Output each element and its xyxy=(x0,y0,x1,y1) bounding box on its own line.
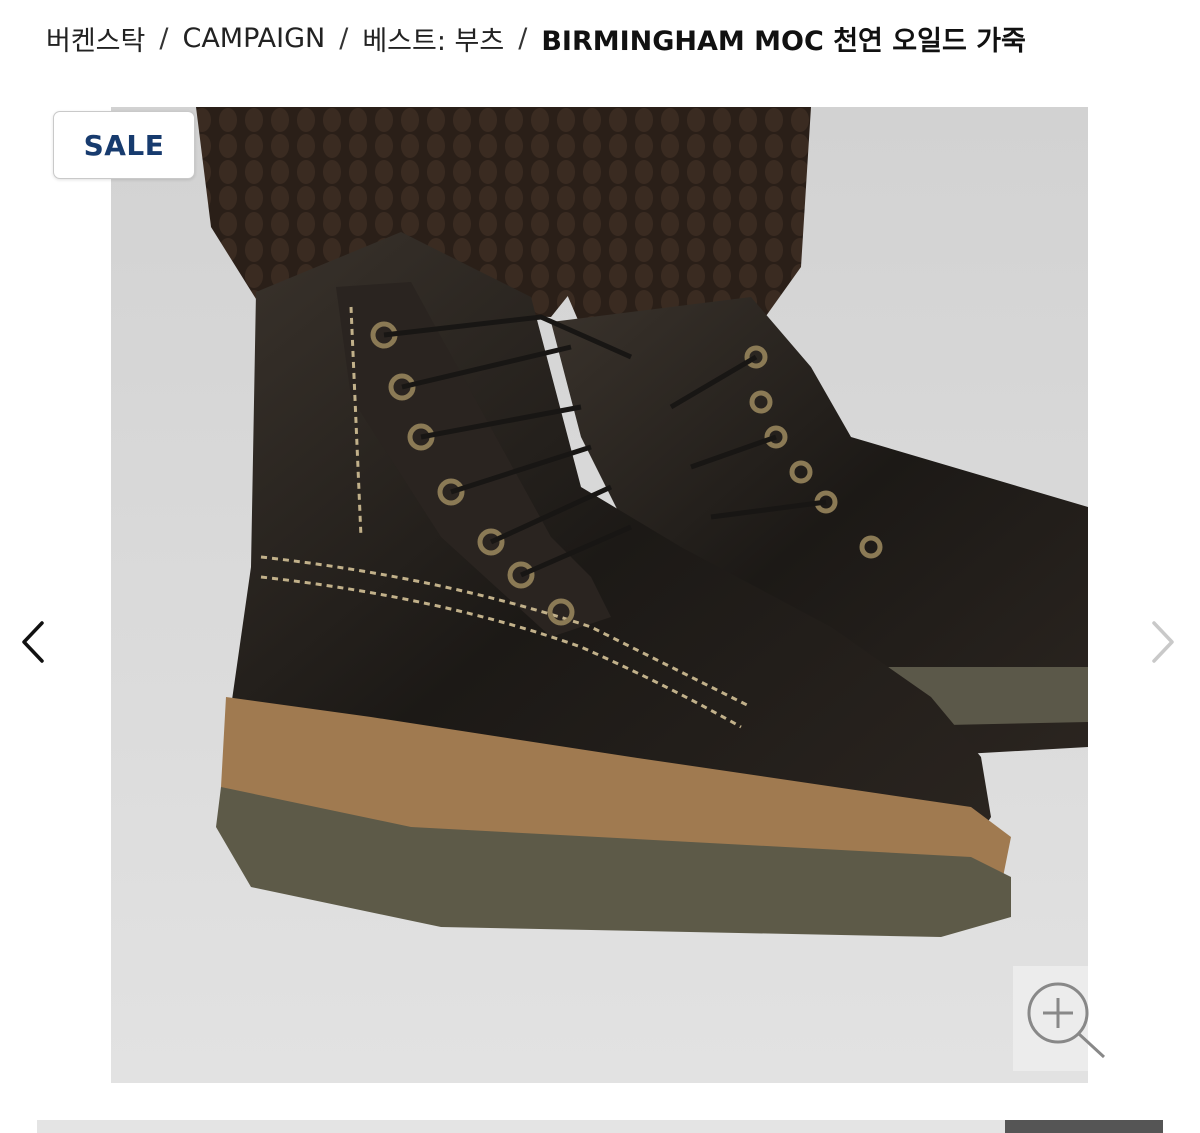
breadcrumb-separator: / xyxy=(339,22,349,54)
chevron-right-icon[interactable] xyxy=(1142,617,1182,667)
breadcrumb-item-brand[interactable]: 버켄스탁 xyxy=(46,19,145,58)
breadcrumb: 버켄스탁 / CAMPAIGN / 베스트: 부츠 / BIRMINGHAM M… xyxy=(46,18,1026,58)
chevron-left-icon[interactable] xyxy=(14,617,54,667)
slide-progress xyxy=(37,1120,1163,1133)
magnifier-plus-icon xyxy=(1027,982,1105,1059)
breadcrumb-current-product: BIRMINGHAM MOC 천연 오일드 가죽 xyxy=(541,25,1026,57)
breadcrumb-item-category[interactable]: 베스트: 부츠 xyxy=(362,19,504,58)
sale-badge: SALE xyxy=(53,111,195,179)
zoom-button[interactable] xyxy=(1013,966,1105,1071)
breadcrumb-separator: / xyxy=(518,22,528,54)
slide-progress-fill xyxy=(1005,1120,1163,1133)
product-image[interactable] xyxy=(111,107,1088,1083)
breadcrumb-item-campaign[interactable]: CAMPAIGN xyxy=(182,23,325,54)
breadcrumb-separator: / xyxy=(159,22,169,54)
